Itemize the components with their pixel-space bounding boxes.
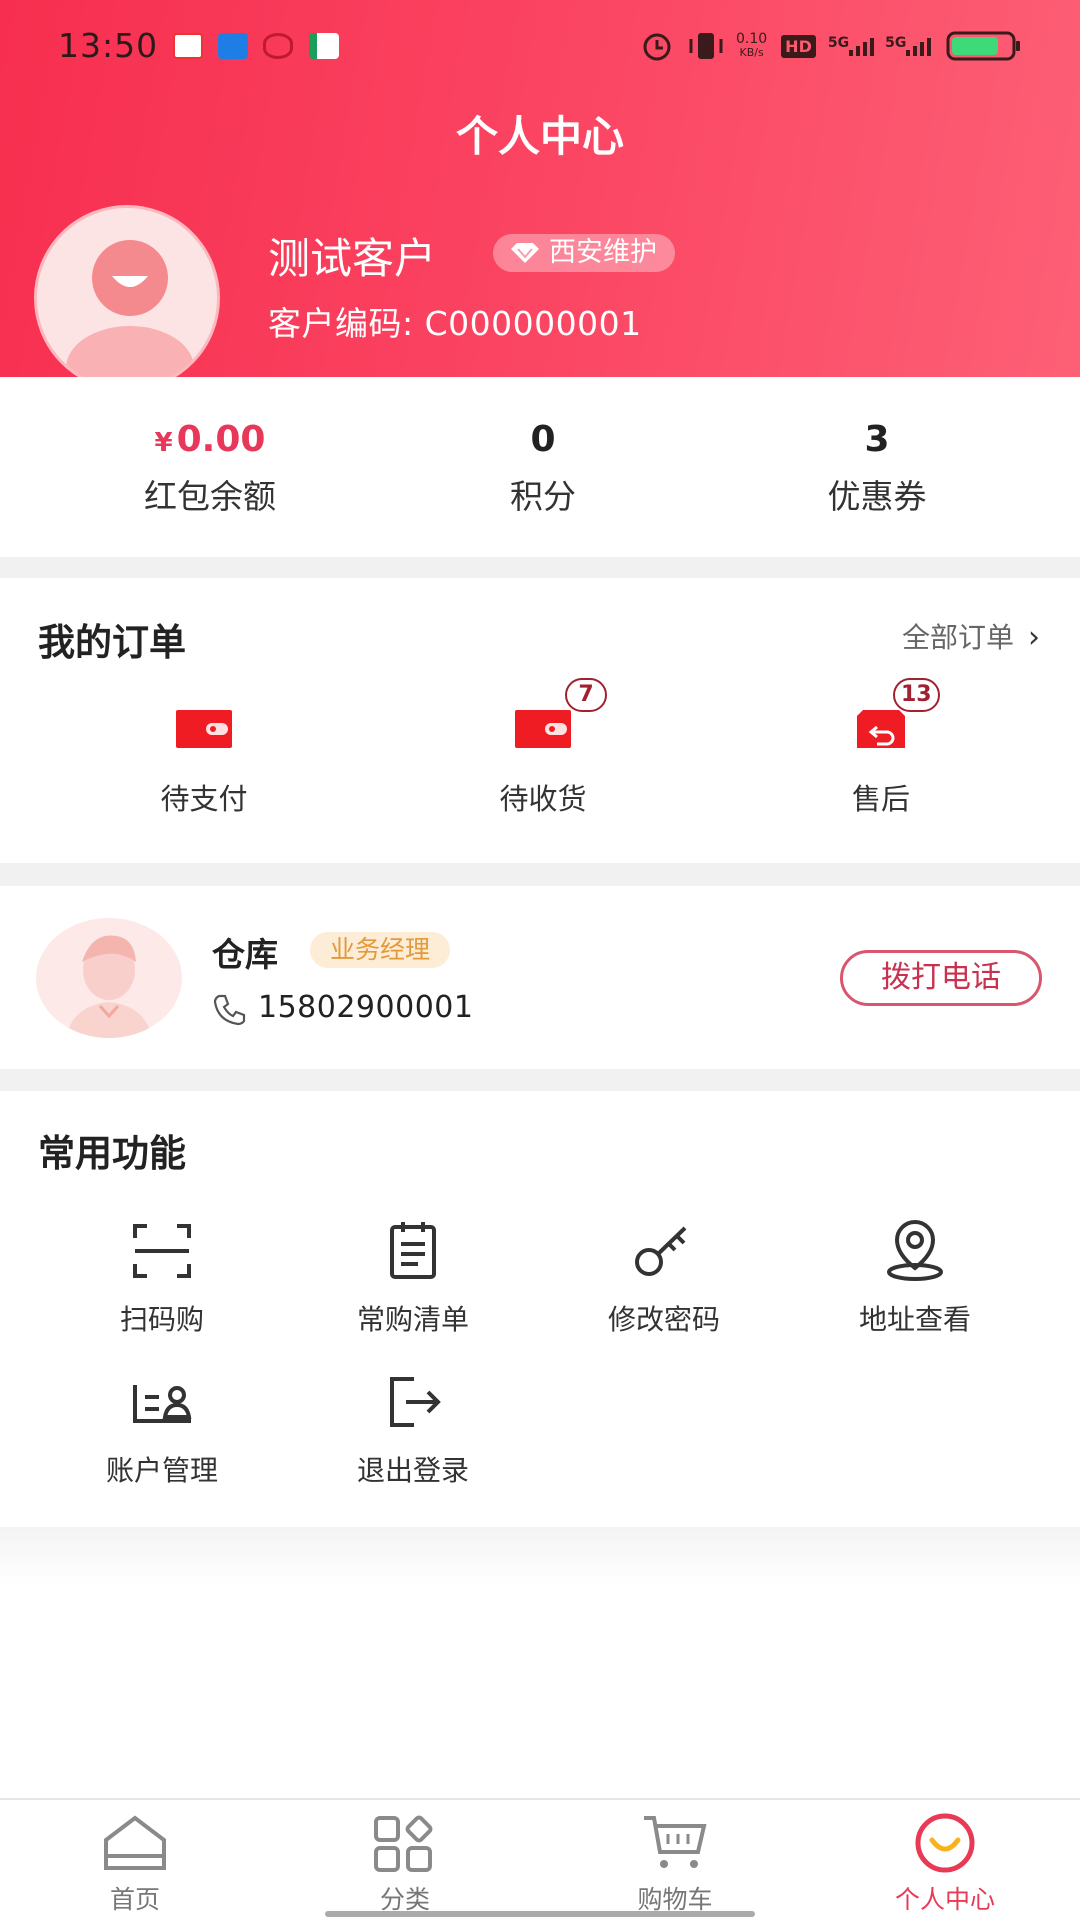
functions-title: 常用功能: [38, 1132, 186, 1175]
wallet-icon: 7: [515, 678, 607, 750]
notification-app-icon: [263, 33, 293, 59]
wallet-icon: [176, 708, 232, 750]
customer-code: 客户编码: C000000001: [268, 304, 642, 343]
function-frequent-list[interactable]: 常购清单: [313, 1216, 513, 1338]
profile-icon: [915, 1813, 975, 1873]
category-icon: [374, 1815, 433, 1872]
nav-cart[interactable]: 购物车: [575, 1812, 775, 1916]
phone-icon: [213, 994, 246, 1026]
orders-title: 我的订单: [38, 621, 186, 664]
function-label: 修改密码: [607, 1303, 720, 1336]
stat-coupons[interactable]: 3 优惠券: [707, 377, 1047, 518]
status-time: 13:50: [58, 26, 159, 65]
account-stats: ¥0.00 红包余额 0 积分 3 优惠券: [5, 377, 1080, 557]
return-icon: 13: [853, 678, 940, 750]
alarm-icon: [643, 33, 671, 61]
key-icon: [635, 1226, 687, 1276]
user-badge-label: 西安维护: [549, 237, 657, 268]
function-account-manage[interactable]: 账户管理: [62, 1367, 262, 1489]
signal-sim1: 5G: [828, 35, 875, 57]
section-shadow: [0, 1527, 1080, 1587]
common-functions-section: 常用功能 扫码购 常购清单 修改密码 地址查看 账户管理 退出登录: [2, 1091, 1080, 1527]
stat-points[interactable]: 0 积分: [373, 377, 713, 518]
stat-label: 优惠券: [827, 477, 927, 516]
stat-value: 3: [864, 419, 890, 460]
hd-indicator: HD: [781, 34, 816, 58]
order-label: 待收货: [499, 782, 587, 816]
profile-header: 13:50 0.10 KB/s HD 5G 5G 个人中心 测试客户 西安维护 …: [0, 0, 1080, 391]
account-icon: [133, 1385, 192, 1423]
account-manager-card: 仓库 业务经理 15802900001 拨打电话: [2, 886, 1080, 1069]
function-logout[interactable]: 退出登录: [313, 1367, 513, 1489]
vibrate-icon: [689, 33, 723, 59]
all-orders-link[interactable]: 全部订单 ›: [902, 616, 1040, 656]
function-label: 退出登录: [356, 1454, 469, 1487]
nav-profile[interactable]: 个人中心: [845, 1812, 1045, 1916]
manager-name: 仓库: [212, 935, 278, 974]
nav-home[interactable]: 首页: [35, 1812, 235, 1916]
notification-app-icon: [173, 33, 203, 59]
battery-icon: [946, 31, 1021, 61]
user-name: 测试客户: [268, 234, 437, 283]
call-button[interactable]: 拨打电话: [840, 950, 1042, 1006]
nav-category[interactable]: 分类: [305, 1812, 505, 1916]
location-icon: [887, 1220, 943, 1281]
diamond-icon: [511, 243, 539, 263]
notification-app-icon: [309, 33, 339, 59]
function-label: 地址查看: [858, 1303, 971, 1336]
bottom-navigation: 首页 分类 购物车 个人中心: [0, 1798, 1080, 1920]
status-bar: 13:50 0.10 KB/s HD 5G 5G: [0, 0, 1080, 95]
my-orders-section: 我的订单 全部订单 › 待支付 7 待收货 13 售后: [2, 578, 1080, 863]
divider: [0, 863, 1080, 886]
order-pending-payment[interactable]: 待支付: [104, 708, 304, 818]
manager-phone: 15802900001: [258, 990, 474, 1025]
stat-value: 0: [530, 419, 556, 460]
nav-label: 首页: [109, 1885, 160, 1914]
scan-icon: [133, 1224, 191, 1278]
manager-role-badge: 业务经理: [310, 932, 451, 968]
order-after-sales[interactable]: 13 售后: [781, 678, 981, 818]
stat-value: ¥0.00: [154, 419, 266, 460]
function-scan-buy[interactable]: 扫码购: [62, 1216, 262, 1338]
user-avatar[interactable]: [34, 205, 220, 391]
stat-label: 积分: [510, 477, 576, 516]
stat-red-packet[interactable]: ¥0.00 红包余额: [40, 377, 380, 518]
all-orders-label: 全部订单: [901, 621, 1014, 654]
divider: [0, 557, 1080, 578]
signal-sim2: 5G: [885, 35, 932, 57]
manager-avatar: [36, 918, 182, 1038]
function-address[interactable]: 地址查看: [815, 1216, 1015, 1338]
net-speed: 0.10: [736, 31, 768, 47]
list-icon: [390, 1222, 436, 1279]
stat-label: 红包余额: [144, 477, 276, 516]
function-change-password[interactable]: 修改密码: [564, 1216, 764, 1338]
function-label: 账户管理: [105, 1454, 218, 1487]
nav-label: 个人中心: [894, 1885, 995, 1914]
user-level-badge: 西安维护: [493, 234, 675, 272]
cart-icon: [644, 1816, 707, 1868]
function-label: 扫码购: [119, 1303, 204, 1336]
order-count-badge: 13: [893, 678, 940, 712]
order-label: 待支付: [160, 782, 248, 816]
order-pending-receipt[interactable]: 7 待收货: [443, 678, 643, 818]
function-label: 常购清单: [356, 1303, 469, 1336]
divider: [0, 1069, 1080, 1091]
notification-app-icon: [218, 33, 248, 59]
order-label: 售后: [851, 782, 910, 816]
home-indicator[interactable]: [325, 1911, 755, 1917]
home-icon: [104, 1815, 166, 1870]
order-count-badge: 7: [565, 678, 607, 712]
logout-icon: [390, 1377, 441, 1427]
chevron-right-icon: ›: [1028, 620, 1040, 655]
net-speed-unit: KB/s: [739, 46, 764, 59]
page-title: 个人中心: [455, 112, 624, 161]
